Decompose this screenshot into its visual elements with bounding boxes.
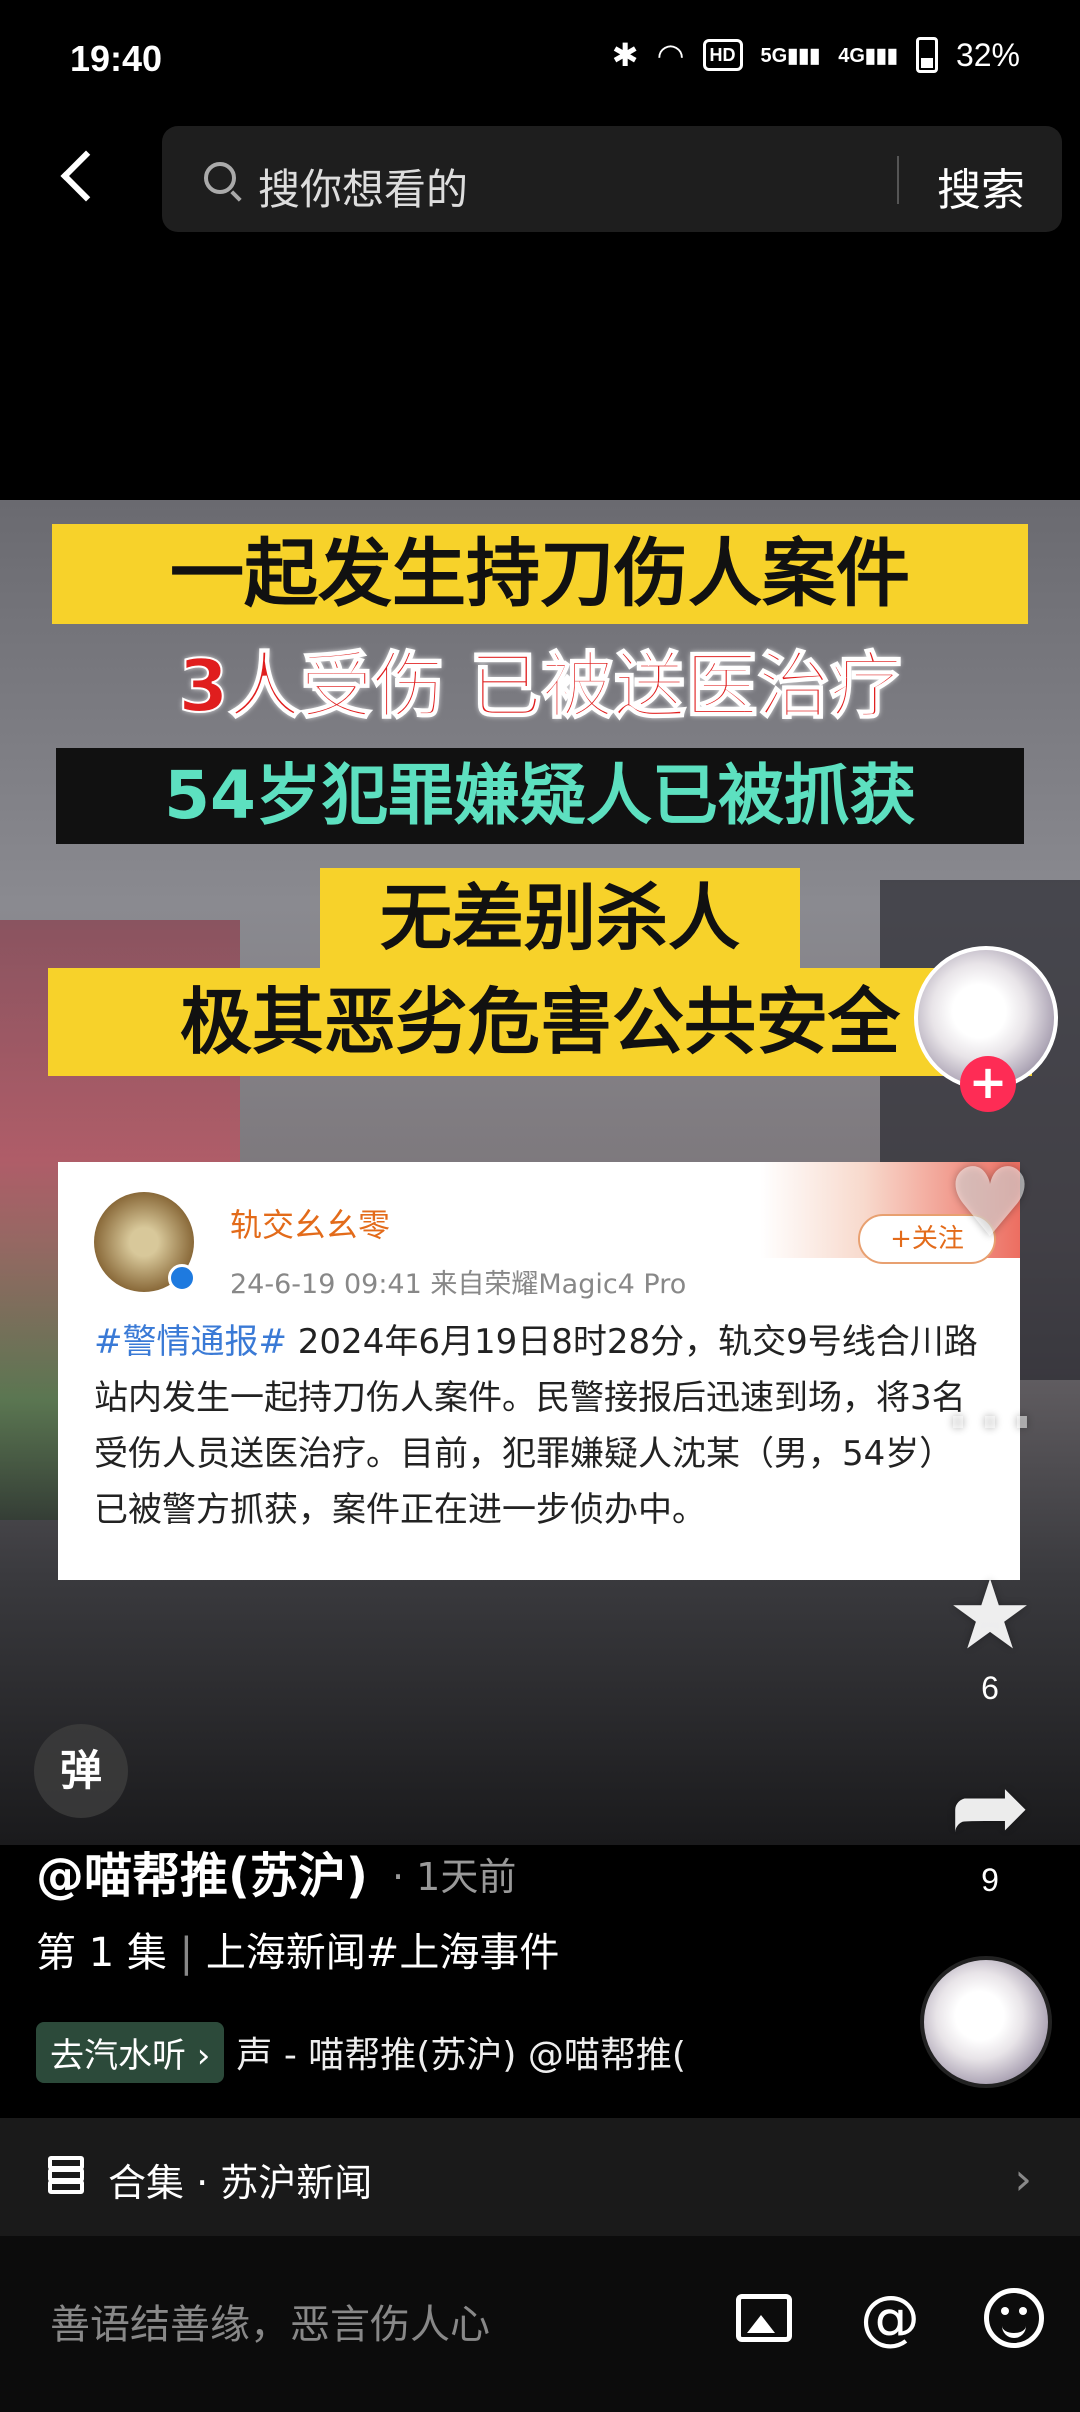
video-caption: 极其恶劣危害公共安全 bbox=[48, 968, 1032, 1076]
image-icon[interactable] bbox=[730, 2284, 798, 2352]
collection-label: 合集 · 苏沪新闻 bbox=[108, 2161, 373, 2205]
chevron-right-icon: › bbox=[1014, 2154, 1032, 2205]
share-arrow-icon: ➦ bbox=[949, 1751, 1031, 1863]
video-caption: 54岁犯罪嫌疑人已被抓获 bbox=[56, 748, 1024, 844]
battery-level: 32% bbox=[955, 36, 1020, 73]
video-caption: 无差别杀人 bbox=[320, 868, 800, 968]
hd-icon: HD bbox=[702, 39, 743, 71]
share-count: 9 bbox=[981, 1862, 999, 1898]
episode-label: 第 1 集 bbox=[36, 1930, 167, 1976]
comment-button[interactable]: … 24 bbox=[920, 1340, 1060, 1487]
layers-icon bbox=[44, 2154, 88, 2198]
signal-4g-icon: 4G▮▮▮ bbox=[838, 44, 898, 67]
back-button[interactable] bbox=[50, 146, 110, 206]
post-time: · 1天前 bbox=[392, 1855, 517, 1899]
heart-icon: ♥ bbox=[946, 1147, 1034, 1259]
battery-icon bbox=[915, 37, 938, 73]
search-header: 搜你想看的 搜索 bbox=[0, 110, 1080, 240]
search-divider bbox=[897, 156, 899, 204]
description-text[interactable]: 上海新闻#上海事件 bbox=[206, 1930, 560, 1976]
verified-icon bbox=[168, 1264, 196, 1292]
bluetooth-icon: ✱ bbox=[611, 37, 639, 73]
like-button[interactable]: ♥ 48 bbox=[920, 1148, 1060, 1295]
video-caption: 一起发生持刀伤人案件 bbox=[52, 524, 1028, 624]
signal-5g-icon: 5G▮▮▮ bbox=[760, 44, 821, 67]
video-player[interactable]: 一起发生持刀伤人案件 3人受伤 已被送医治疗 54岁犯罪嫌疑人已被抓获 无差别杀… bbox=[0, 500, 1080, 1845]
wifi-icon: ◠ bbox=[656, 37, 685, 73]
music-disc-avatar[interactable] bbox=[920, 1956, 1052, 2088]
music-row[interactable]: 去汽水听 › 声 - 喵帮推(苏沪) @喵帮推( bbox=[36, 2020, 876, 2084]
search-placeholder: 搜你想看的 bbox=[258, 165, 469, 214]
status-icons: ✱ ◠ HD 5G▮▮▮ 4G▮▮▮ 32% bbox=[612, 36, 1020, 74]
video-description: 第 1 集 | 上海新闻#上海事件 bbox=[36, 1920, 559, 1978]
status-bar: 19:40 ✱ ◠ HD 5G▮▮▮ 4G▮▮▮ 32% bbox=[0, 0, 1080, 110]
collection-bar[interactable]: 合集 · 苏沪新闻 › bbox=[0, 2118, 1080, 2236]
weibo-account-name: 轨交幺幺零 bbox=[230, 1206, 391, 1244]
comment-icon: … bbox=[942, 1339, 1038, 1451]
search-input[interactable]: 搜你想看的 搜索 bbox=[162, 126, 1062, 232]
status-time: 19:40 bbox=[70, 38, 163, 79]
weibo-post-meta: 24-6-19 09:41 来自荣耀Magic4 Pro bbox=[230, 1269, 687, 1300]
like-count: 48 bbox=[972, 1258, 1008, 1294]
danmu-toggle-button[interactable]: 弹 bbox=[34, 1724, 128, 1818]
music-marquee: 声 - 喵帮推(苏沪) @喵帮推( bbox=[236, 2035, 686, 2076]
comment-input[interactable]: 善语结善缘，恶言伤人心 bbox=[50, 2292, 490, 2350]
star-icon: ★ bbox=[946, 1559, 1034, 1671]
weibo-post-card: 轨交幺幺零 24-6-19 09:41 来自荣耀Magic4 Pro +关注 #… bbox=[58, 1162, 1020, 1580]
share-button[interactable]: ➦ 9 bbox=[920, 1752, 1060, 1899]
mention-icon[interactable]: @ bbox=[856, 2284, 924, 2352]
comment-count: 24 bbox=[972, 1450, 1008, 1486]
search-button[interactable]: 搜索 bbox=[937, 154, 1025, 218]
weibo-hashtag: #警情通报# bbox=[94, 1322, 287, 1362]
emoji-icon[interactable] bbox=[980, 2284, 1048, 2352]
author-name[interactable]: @喵帮推(苏沪) bbox=[36, 1836, 368, 1906]
favorite-button[interactable]: ★ 6 bbox=[920, 1560, 1060, 1707]
search-icon bbox=[204, 162, 236, 194]
desc-separator: | bbox=[179, 1930, 206, 1976]
open-in-qishui-button[interactable]: 去汽水听 › bbox=[36, 2021, 225, 2083]
favorite-count: 6 bbox=[981, 1670, 999, 1706]
follow-plus-icon[interactable]: + bbox=[960, 1056, 1016, 1112]
comment-bar: 善语结善缘，恶言伤人心 @ bbox=[0, 2236, 1080, 2412]
weibo-post-body: #警情通报# 2024年6月19日8时28分，轨交9号线合川路站内发生一起持刀伤… bbox=[94, 1314, 984, 1538]
video-caption: 3人受伤 已被送医治疗 bbox=[177, 643, 902, 729]
